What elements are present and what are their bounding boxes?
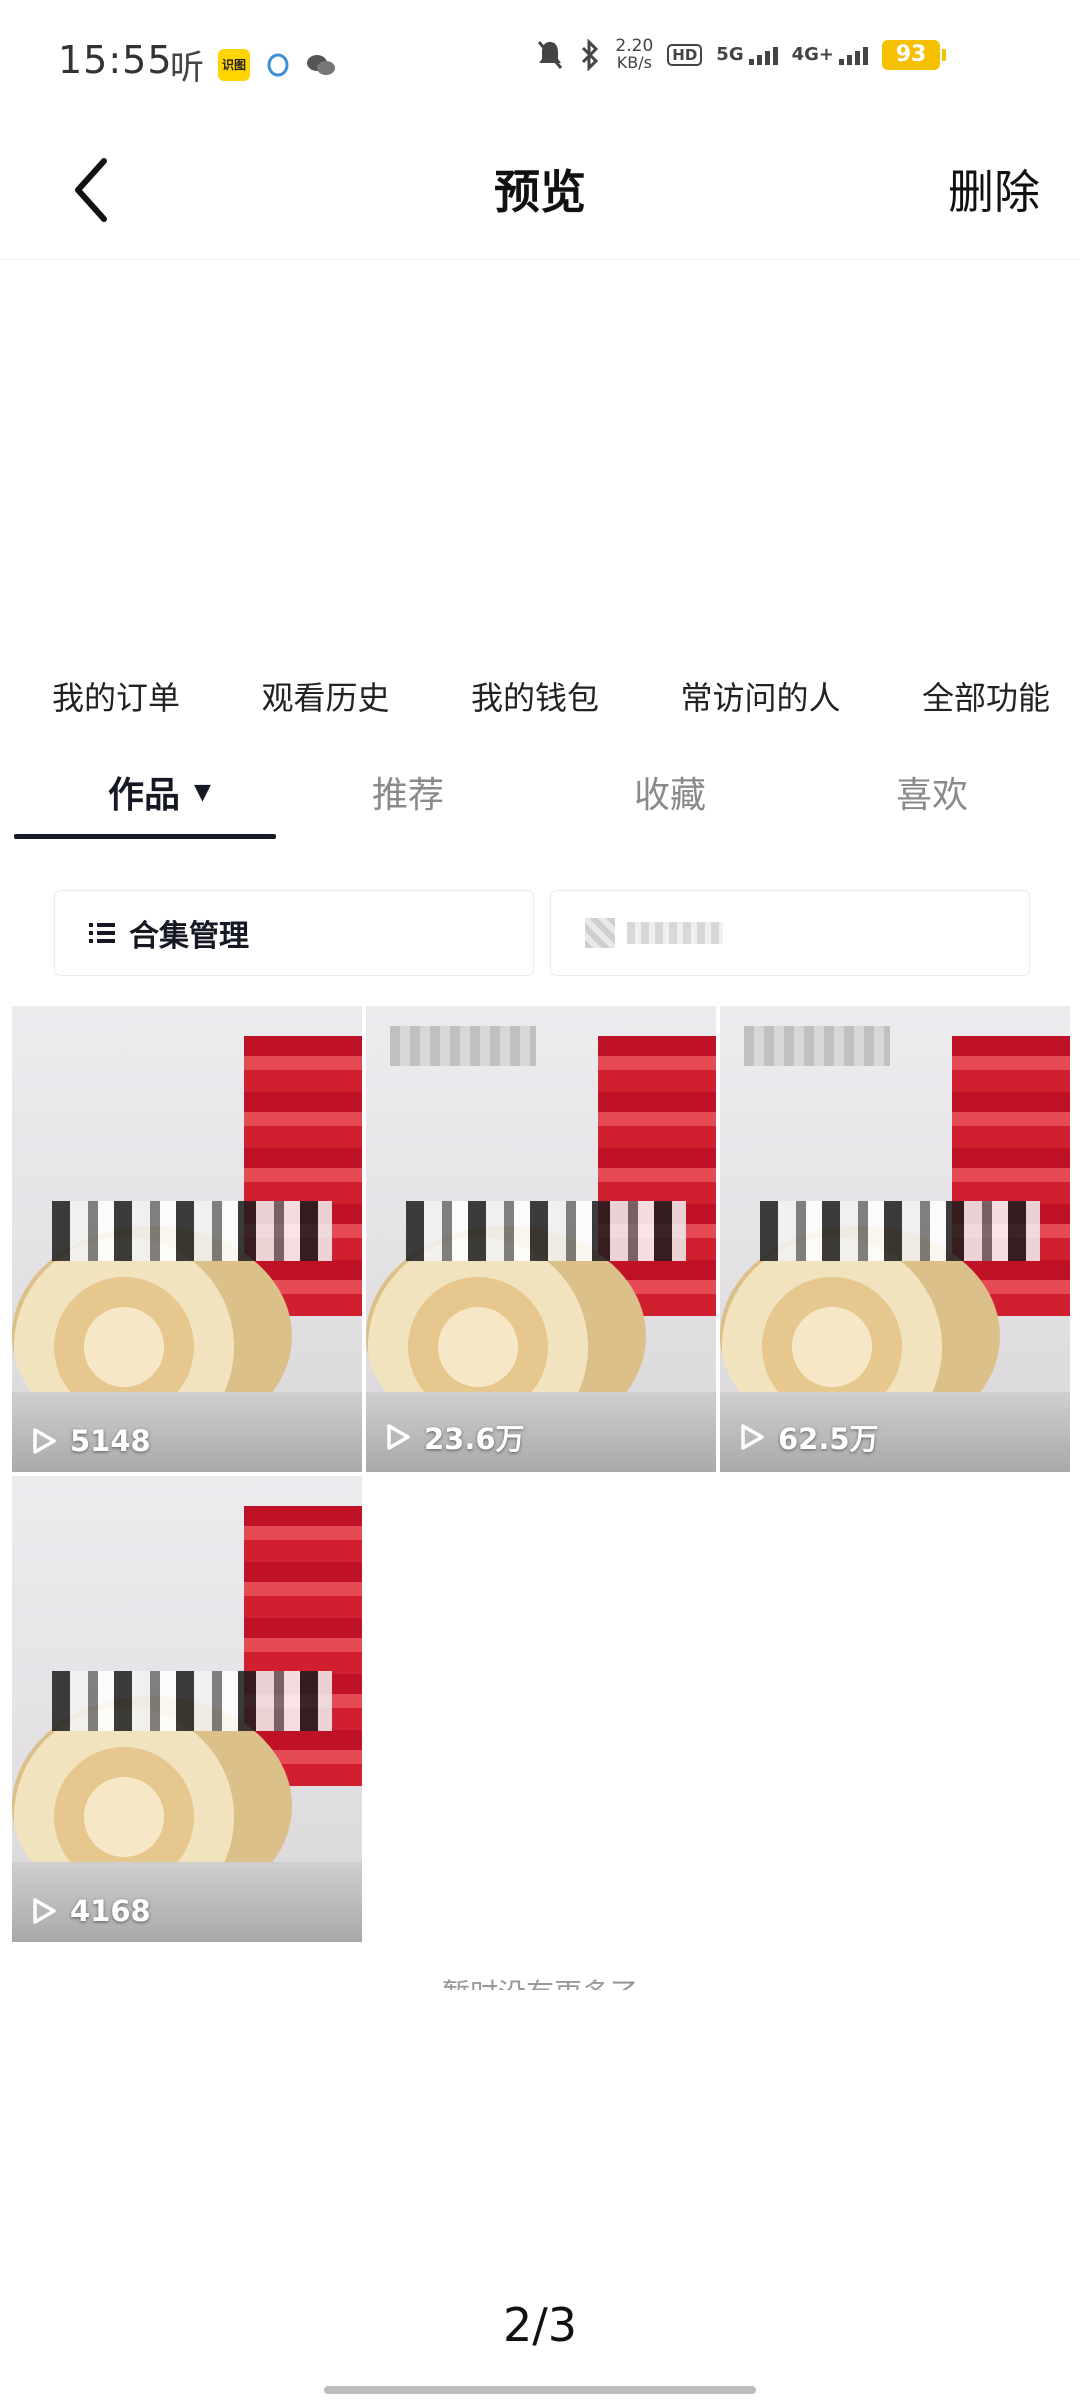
quick-link-wallet[interactable]: 我的钱包 [471, 673, 599, 719]
hd-voice-badge: HD [667, 43, 703, 66]
video-thumbnail[interactable]: 4168 [12, 1476, 362, 1942]
status-notification-icons: 听 识图 [170, 40, 336, 89]
blurred-content [585, 918, 723, 948]
signal-bars-icon [748, 47, 778, 65]
tab-works[interactable]: 作品 ▼ [108, 760, 211, 824]
filter-row: 合集管理 [54, 890, 1030, 976]
shitu-app-icon: 识图 [218, 48, 250, 81]
delete-button[interactable]: 删除 [948, 156, 1040, 222]
view-count: 5148 [30, 1424, 151, 1458]
battery-icon: 93 [882, 39, 946, 70]
signal-sim1: 5G [716, 44, 778, 65]
play-icon [33, 1428, 56, 1454]
quick-link-all[interactable]: 全部功能 [922, 673, 1050, 719]
view-count: 23.6万 [384, 1416, 525, 1458]
signal-sim2: 4G+ [792, 44, 868, 65]
nav-bar: 预览 删除 [0, 120, 1080, 260]
bluetooth-icon [582, 38, 599, 71]
tab-recommend[interactable]: 推荐 [372, 760, 444, 824]
play-icon [387, 1424, 410, 1450]
view-count-value: 23.6万 [424, 1422, 525, 1456]
status-bar: 15:55 听 识图 2.20 KB/s HD 5G 4G+ 93 [0, 0, 1080, 120]
quick-link-orders[interactable]: 我的订单 [52, 673, 180, 719]
list-icon [89, 923, 115, 943]
blurred-icon [585, 918, 615, 948]
status-time: 15:55 [58, 38, 173, 82]
view-count: 62.5万 [738, 1416, 879, 1458]
sim1-type: 5G [716, 44, 744, 65]
blurred-caption [406, 1201, 686, 1261]
video-thumbnail[interactable]: 23.6万 [366, 1006, 716, 1472]
preview-image: 我的订单 观看历史 我的钱包 常访问的人 全部功能 作品 ▼ 推荐 收藏 喜欢 … [0, 660, 1080, 1990]
blurred-caption [52, 1671, 332, 1731]
blurred-tag [744, 1026, 890, 1066]
mute-bell-icon [538, 40, 563, 69]
blurred-text [627, 922, 723, 944]
home-indicator[interactable] [324, 2386, 756, 2394]
quick-link-history[interactable]: 观看历史 [261, 673, 389, 719]
ting-app-icon: 听 [170, 48, 204, 88]
sim2-type: 4G+ [791, 44, 834, 65]
quick-links: 我的订单 观看历史 我的钱包 常访问的人 全部功能 [10, 660, 1070, 732]
collection-manage-button[interactable]: 合集管理 [54, 890, 534, 976]
collection-manage-label: 合集管理 [129, 919, 249, 954]
page-indicator: 2/3 [502, 2298, 578, 2352]
blurred-filter-button[interactable] [550, 890, 1030, 976]
video-thumbnail[interactable]: 62.5万 [720, 1006, 1070, 1472]
caret-down-icon: ▼ [194, 779, 211, 805]
view-count-value: 4168 [70, 1894, 151, 1928]
profile-tabs: 作品 ▼ 推荐 收藏 喜欢 [14, 760, 1074, 840]
video-thumbnail[interactable]: 5148 [12, 1006, 362, 1472]
net-speed: 2.20 KB/s [615, 38, 653, 71]
signal-bars-icon [839, 47, 868, 65]
quick-link-frequent[interactable]: 常访问的人 [680, 673, 840, 719]
wechat-icon [307, 54, 335, 75]
blurred-caption [760, 1201, 1040, 1261]
net-speed-unit: KB/s [616, 53, 652, 72]
view-count-value: 5148 [70, 1424, 151, 1458]
tab-active-indicator [14, 834, 276, 839]
view-count: 4168 [30, 1894, 151, 1928]
tab-works-label: 作品 [108, 775, 181, 816]
play-icon [741, 1424, 764, 1450]
tab-likes[interactable]: 喜欢 [896, 760, 968, 824]
play-icon [33, 1898, 56, 1924]
tab-favorites[interactable]: 收藏 [634, 760, 706, 824]
qq-icon [267, 53, 289, 76]
blurred-caption [52, 1201, 332, 1261]
page-title: 预览 [494, 165, 586, 219]
view-count-value: 62.5万 [778, 1422, 879, 1456]
status-system-icons: 2.20 KB/s HD 5G 4G+ 93 [535, 38, 946, 71]
end-of-list-text: 暂时没有更多了 [0, 1972, 1080, 1990]
blurred-tag [390, 1026, 536, 1066]
